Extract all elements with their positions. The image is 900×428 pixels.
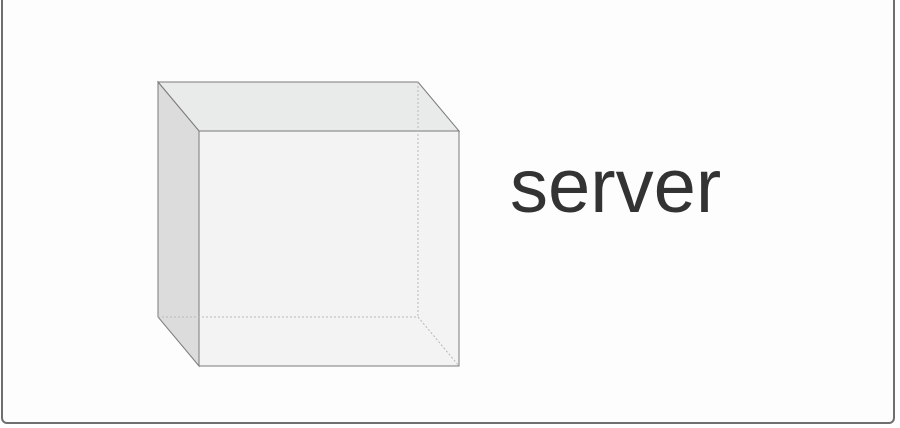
cube-left-face [157,80,200,368]
cube-top-face [156,81,461,132]
server-cube-icon [156,80,461,368]
cube-front-face [198,130,460,367]
server-label: server [510,144,722,229]
